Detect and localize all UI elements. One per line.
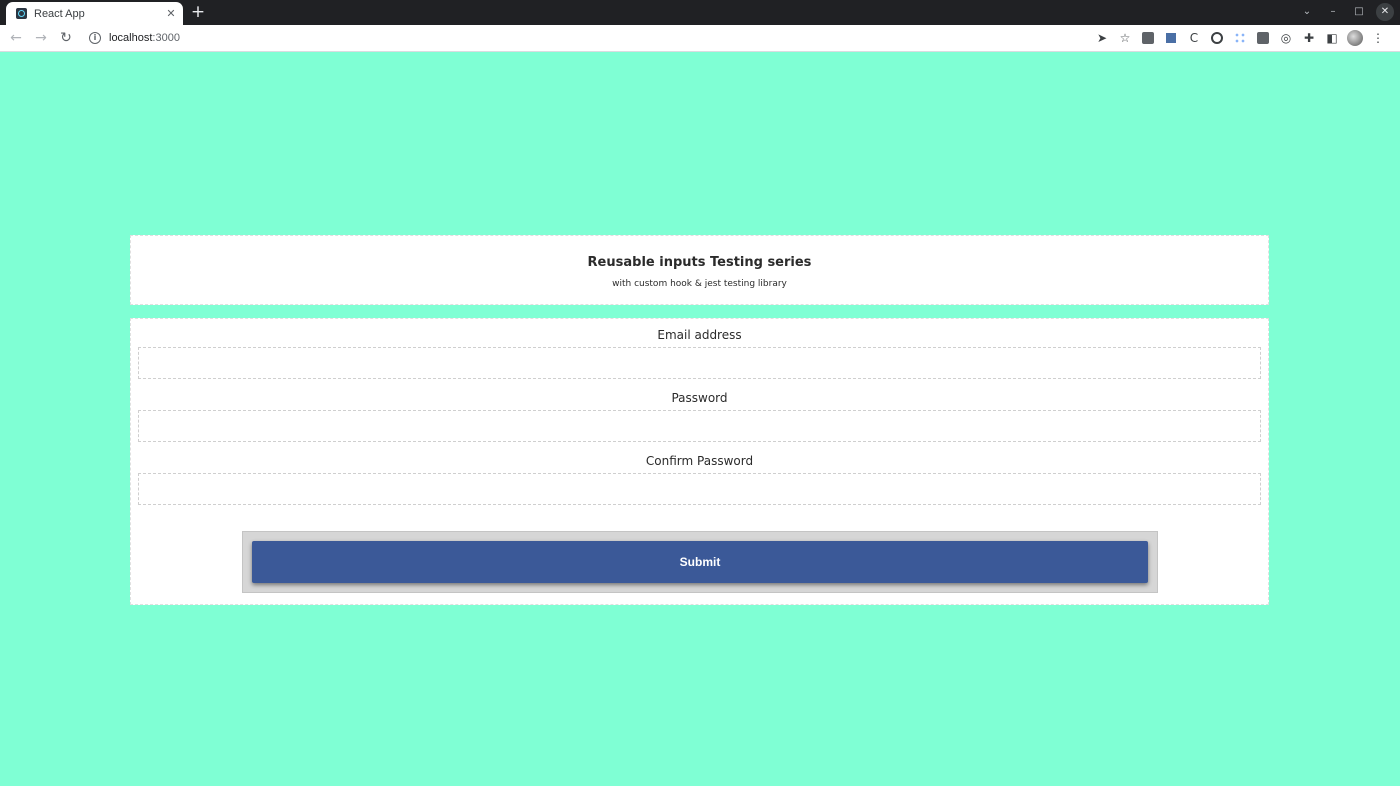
extension-dots-icon[interactable] <box>1232 30 1248 46</box>
extensions-bar: ➤ ☆ C ◎ ✚ ◧ ⋮ <box>1087 30 1386 46</box>
extension-camera-icon[interactable]: ◎ <box>1278 30 1294 46</box>
confirm-password-label: Confirm Password <box>645 454 754 468</box>
confirm-password-field-group: Confirm Password <box>138 453 1261 505</box>
back-arrow-icon[interactable]: ← <box>5 27 27 49</box>
browser-tab-strip: React App ✕ + ⌄ – □ ✕ <box>0 0 1400 25</box>
signup-form: Email address Password Confirm Password … <box>130 318 1269 605</box>
tab-search-icon[interactable]: ⌄ <box>1298 3 1316 21</box>
maximize-icon[interactable]: □ <box>1350 3 1368 21</box>
new-tab-button[interactable]: + <box>189 3 207 21</box>
extension-flag-icon[interactable] <box>1163 30 1179 46</box>
submit-button-wrapper: Submit <box>242 531 1158 593</box>
page-content: Reusable inputs Testing series with cust… <box>0 53 1400 786</box>
page-title: Reusable inputs Testing series <box>587 255 812 270</box>
address-bar[interactable]: i localhost:3000 <box>89 27 1087 49</box>
extensions-puzzle-icon[interactable]: ✚ <box>1301 30 1317 46</box>
url-host: localhost <box>109 32 153 44</box>
browser-menu-icon[interactable]: ⋮ <box>1370 30 1386 46</box>
header-card: Reusable inputs Testing series with cust… <box>130 235 1269 305</box>
confirm-password-input[interactable] <box>138 473 1261 505</box>
password-field-group: Password <box>138 390 1261 442</box>
extension-c-icon[interactable]: C <box>1186 30 1202 46</box>
url-port: :3000 <box>152 32 180 44</box>
email-field-group: Email address <box>138 327 1261 379</box>
page-subtitle: with custom hook & jest testing library <box>612 279 787 289</box>
browser-tab[interactable]: React App ✕ <box>6 2 183 25</box>
tab-title: React App <box>34 7 85 20</box>
extension-cat-icon[interactable] <box>1255 30 1271 46</box>
minimize-icon[interactable]: – <box>1324 3 1342 21</box>
extension-circle-icon[interactable] <box>1209 30 1225 46</box>
forward-arrow-icon[interactable]: → <box>30 27 52 49</box>
password-label: Password <box>671 391 728 405</box>
side-panel-icon[interactable]: ◧ <box>1324 30 1340 46</box>
email-label: Email address <box>657 328 742 342</box>
email-input[interactable] <box>138 347 1261 379</box>
window-controls: ⌄ – □ ✕ <box>1290 3 1394 21</box>
send-icon[interactable]: ➤ <box>1094 30 1110 46</box>
bookmark-star-icon[interactable]: ☆ <box>1117 30 1133 46</box>
extension-screenshot-icon[interactable] <box>1140 30 1156 46</box>
reload-icon[interactable]: ↻ <box>55 27 77 49</box>
submit-button[interactable]: Submit <box>252 541 1148 583</box>
tab-close-icon[interactable]: ✕ <box>162 7 180 20</box>
react-favicon-icon <box>16 8 27 19</box>
password-input[interactable] <box>138 410 1261 442</box>
profile-avatar-icon[interactable] <box>1347 30 1363 46</box>
browser-toolbar: ← → ↻ i localhost:3000 ➤ ☆ C ◎ ✚ ◧ ⋮ <box>0 25 1400 52</box>
site-info-icon[interactable]: i <box>89 32 101 44</box>
window-close-icon[interactable]: ✕ <box>1376 3 1394 21</box>
